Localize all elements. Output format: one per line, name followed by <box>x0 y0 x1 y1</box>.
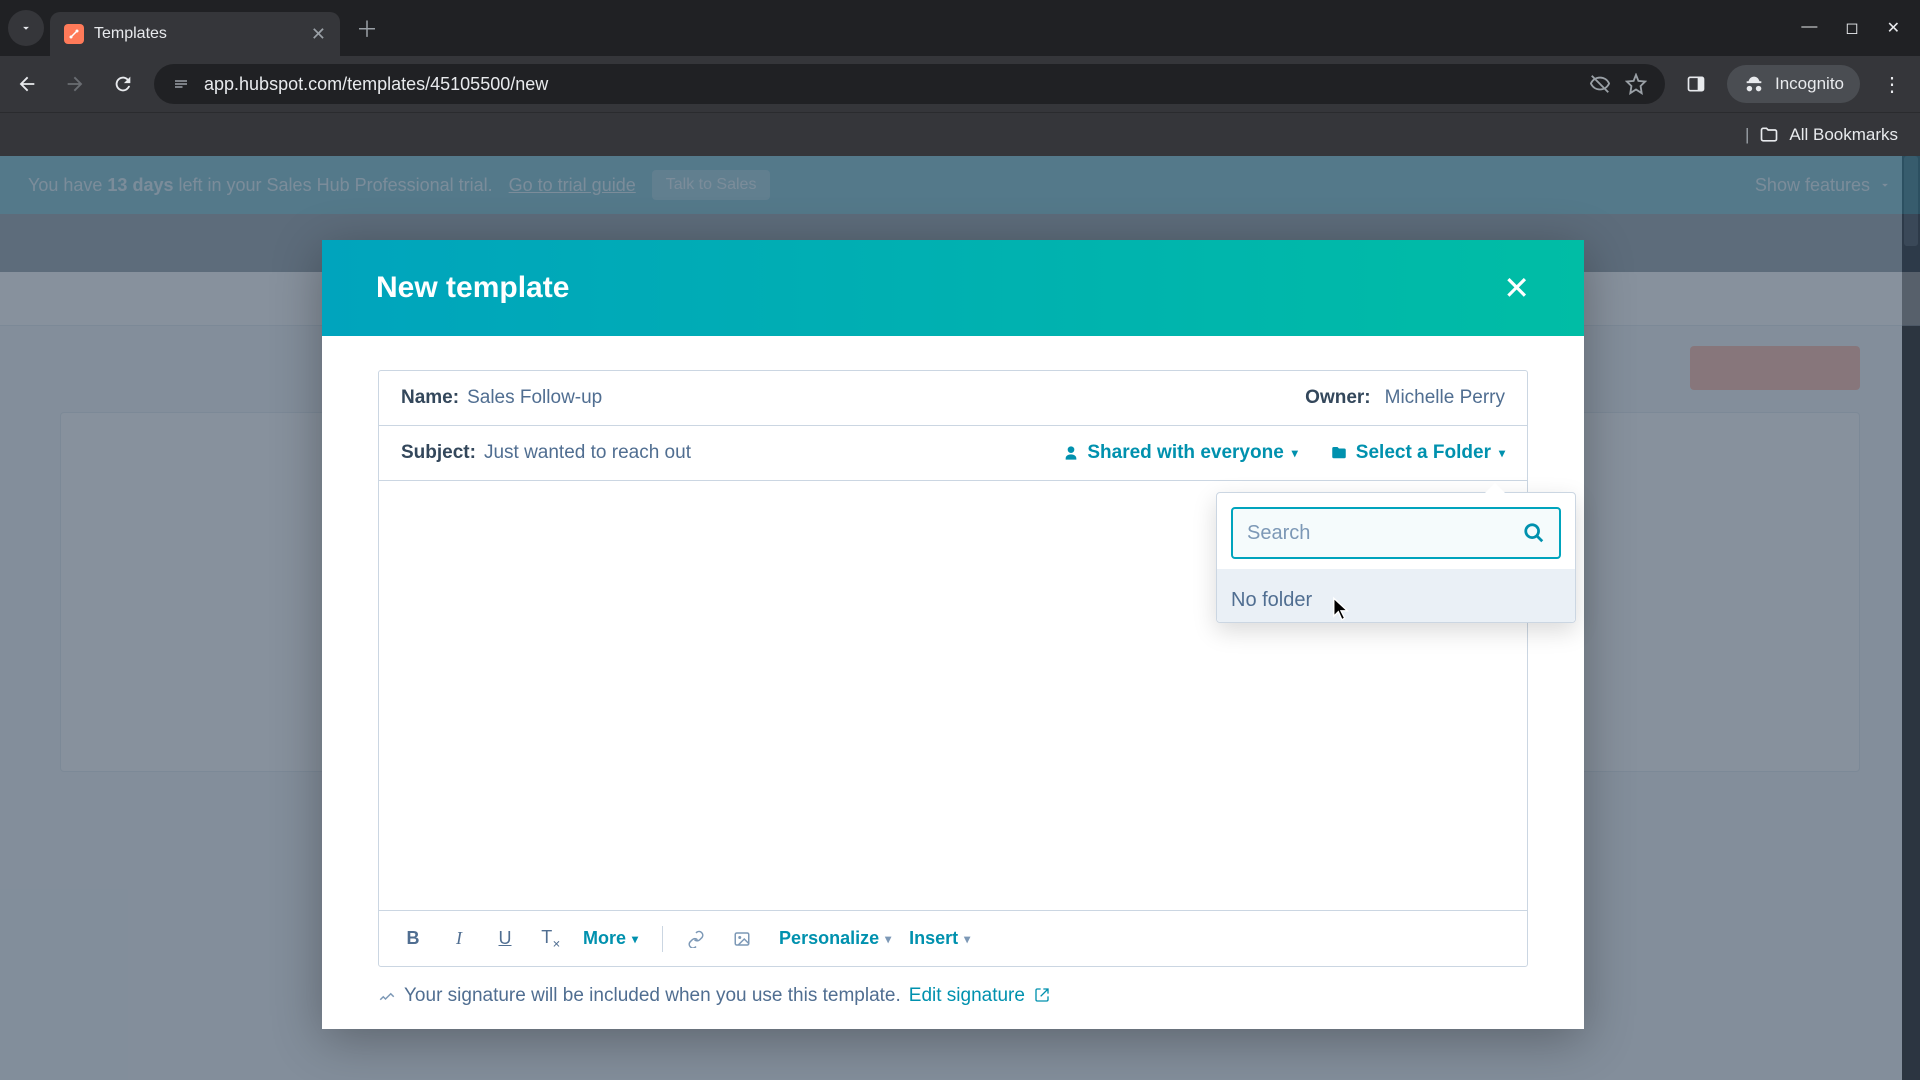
reload-button[interactable] <box>106 67 140 101</box>
signature-text: Your signature will be included when you… <box>404 985 901 1007</box>
owner-value[interactable]: Michelle Perry <box>1385 387 1505 409</box>
bookmarks-bar: | All Bookmarks <box>0 112 1920 156</box>
incognito-label: Incognito <box>1775 74 1844 94</box>
image-button[interactable] <box>733 930 761 948</box>
template-form: Name: Sales Follow-up Owner: Michelle Pe… <box>378 370 1528 967</box>
folder-icon <box>1330 444 1348 462</box>
modal-title: New template <box>376 271 569 305</box>
browser-tab[interactable]: Templates ✕ <box>50 12 340 56</box>
back-button[interactable] <box>10 67 44 101</box>
image-icon <box>733 930 751 948</box>
folder-search-input[interactable] <box>1247 522 1523 545</box>
name-row: Name: Sales Follow-up Owner: Michelle Pe… <box>379 371 1527 425</box>
chevron-down-icon <box>19 21 33 35</box>
bold-button[interactable]: B <box>399 928 427 949</box>
editor-toolbar: B I U T✕ More ▾ <box>379 910 1527 966</box>
shared-label: Shared with everyone <box>1087 442 1283 464</box>
folder-icon <box>1759 125 1779 145</box>
select-folder-dropdown[interactable]: Select a Folder ▾ <box>1330 442 1505 464</box>
side-panel-icon <box>1686 74 1706 94</box>
more-formatting-dropdown[interactable]: More ▾ <box>583 928 638 949</box>
signature-note: Your signature will be included when you… <box>378 967 1528 1029</box>
incognito-icon <box>1743 73 1765 95</box>
url-field[interactable]: app.hubspot.com/templates/45105500/new <box>154 64 1665 104</box>
folder-select-popover: No folder <box>1216 492 1576 623</box>
arrow-left-icon <box>16 73 38 95</box>
link-button[interactable] <box>687 930 715 948</box>
subject-value[interactable]: Just wanted to reach out <box>484 442 691 464</box>
folder-label: Select a Folder <box>1356 442 1491 464</box>
site-settings-icon <box>172 75 190 93</box>
underline-button[interactable]: U <box>491 928 519 949</box>
minimize-button[interactable]: ― <box>1801 18 1817 38</box>
tab-search-button[interactable] <box>8 10 44 46</box>
subject-row: Subject: Just wanted to reach out Shared… <box>379 425 1527 480</box>
arrow-right-icon <box>64 73 86 95</box>
no-folder-option[interactable]: No folder <box>1217 569 1575 622</box>
modal-header: New template ✕ <box>322 240 1584 336</box>
name-value[interactable]: Sales Follow-up <box>467 387 602 409</box>
window-controls: ― ◻ ✕ <box>1801 18 1912 38</box>
new-tab-button[interactable]: ＋ <box>356 12 378 44</box>
personalize-dropdown[interactable]: Personalize ▾ <box>779 928 891 949</box>
folder-search-field[interactable] <box>1231 507 1561 559</box>
browser-tab-bar: Templates ✕ ＋ ― ◻ ✕ <box>0 0 1920 56</box>
address-bar: app.hubspot.com/templates/45105500/new I… <box>0 56 1920 112</box>
forward-button[interactable] <box>58 67 92 101</box>
tracking-protection-icon[interactable] <box>1589 73 1611 95</box>
tab-title: Templates <box>94 25 311 43</box>
name-label: Name: <box>401 387 459 409</box>
edit-signature-link[interactable]: Edit signature <box>909 985 1050 1007</box>
clear-format-button[interactable]: T✕ <box>537 927 565 951</box>
tab-close-button[interactable]: ✕ <box>311 24 326 45</box>
incognito-badge[interactable]: Incognito <box>1727 65 1860 103</box>
owner-label: Owner: <box>1305 387 1370 409</box>
shared-with-dropdown[interactable]: Shared with everyone ▾ <box>1063 442 1297 464</box>
person-icon <box>1063 445 1079 461</box>
hubspot-favicon-icon <box>64 24 84 44</box>
side-panel-button[interactable] <box>1679 67 1713 101</box>
all-bookmarks-button[interactable]: All Bookmarks <box>1789 125 1898 145</box>
subject-label: Subject: <box>401 442 476 464</box>
signature-icon <box>378 987 396 1005</box>
url-text: app.hubspot.com/templates/45105500/new <box>204 74 1575 95</box>
bookmark-star-icon[interactable] <box>1625 73 1647 95</box>
close-window-button[interactable]: ✕ <box>1887 18 1900 38</box>
search-icon <box>1523 522 1545 544</box>
reload-icon <box>112 73 134 95</box>
external-link-icon <box>1034 987 1050 1003</box>
insert-dropdown[interactable]: Insert ▾ <box>909 928 970 949</box>
modal-close-button[interactable]: ✕ <box>1503 269 1530 307</box>
italic-button[interactable]: I <box>445 928 473 949</box>
page-viewport: You have 13 days left in your Sales Hub … <box>0 156 1920 1080</box>
caret-down-icon: ▾ <box>1292 446 1298 460</box>
toolbar-divider <box>662 926 663 952</box>
link-icon <box>687 930 705 948</box>
new-template-modal: New template ✕ Name: Sales Follow-up Own… <box>322 240 1584 1029</box>
caret-down-icon: ▾ <box>1499 446 1505 460</box>
maximize-button[interactable]: ◻ <box>1845 18 1858 38</box>
browser-menu-button[interactable]: ⋮ <box>1874 72 1910 97</box>
